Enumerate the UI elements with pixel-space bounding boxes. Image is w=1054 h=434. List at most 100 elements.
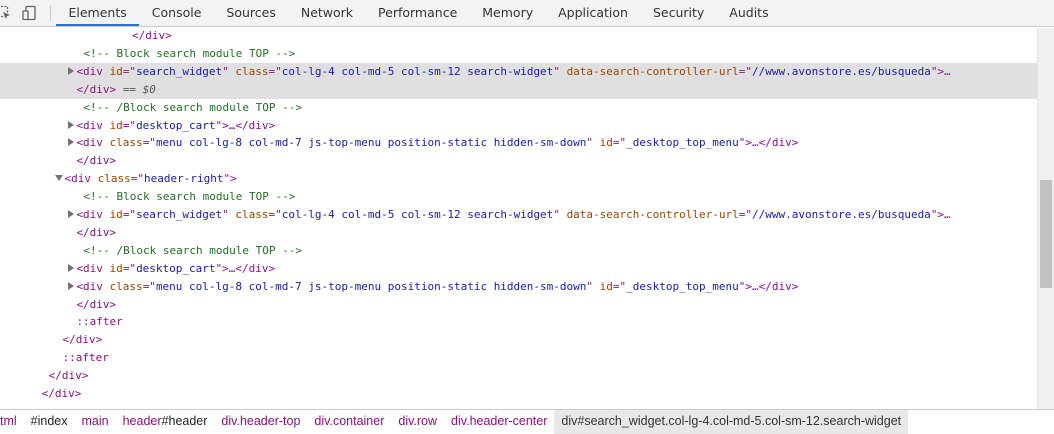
- dom-node-line[interactable]: </div>: [0, 28, 1037, 45]
- dom-token-av: header-right: [144, 172, 224, 186]
- breadcrumb-item[interactable]: header#header: [116, 410, 215, 434]
- dom-node-line[interactable]: </div>: [0, 331, 1037, 349]
- tab-sources[interactable]: Sources: [214, 0, 288, 26]
- dom-node-line[interactable]: <!-- Block search module TOP -->: [0, 188, 1037, 206]
- tab-performance[interactable]: Performance: [366, 0, 470, 26]
- breadcrumb-item[interactable]: div.header-top: [214, 410, 307, 434]
- toolbar-divider: [50, 5, 51, 21]
- breadcrumb-item[interactable]: div#search_widget.col-lg-4.col-md-5.col-…: [554, 410, 909, 434]
- breadcrumb-item[interactable]: div.header-center: [444, 410, 554, 434]
- devtools-toolbar: Elements Console Sources Network Performance…: [0, 0, 1054, 27]
- dom-token-av: _desktop_top_menu: [626, 136, 739, 150]
- dom-token-tag: =": [122, 118, 137, 132]
- dom-token-tag: ": [222, 208, 236, 221]
- expand-triangle-open-icon[interactable]: [54, 175, 63, 182]
- expand-triangle-closed-icon[interactable]: [68, 66, 75, 75]
- expand-triangle-closed-icon[interactable]: [68, 120, 75, 129]
- dom-node-line[interactable]: <div id="desktop_cart">…</div>: [0, 260, 1037, 278]
- elements-tree[interactable]: </div> <!-- Block search module TOP --> <d…: [0, 28, 1037, 409]
- tab-application[interactable]: Application: [546, 0, 641, 26]
- dom-token-cm: <!-- /Block search module TOP -->: [83, 243, 302, 257]
- dom-token-cm: <!-- Block search module TOP -->: [83, 46, 296, 60]
- dom-token-tag: <div: [76, 64, 110, 78]
- breadcrumb-item[interactable]: div.row: [391, 410, 444, 434]
- dom-node-line[interactable]: </div>: [0, 296, 1037, 314]
- dom-token-tag: </div>: [76, 297, 117, 311]
- dom-token-tag: =": [130, 172, 145, 186]
- dom-node-line[interactable]: </div>: [0, 385, 1037, 403]
- dom-token-an: data-search-controller-url: [566, 208, 739, 221]
- expand-triangle-closed-icon[interactable]: [68, 263, 75, 272]
- dom-token-av: search_widget: [136, 208, 223, 221]
- expand-triangle-closed-icon[interactable]: [68, 210, 75, 218]
- dom-node-line[interactable]: <div id="search_widget" class="col-lg-4 …: [0, 62, 1037, 81]
- dom-node-content: <!-- /Block search module TOP -->: [83, 99, 302, 117]
- dom-node-content: <div id="search_widget" class="col-lg-4 …: [68, 206, 951, 224]
- tab-network[interactable]: Network: [288, 0, 365, 26]
- dom-token-av: search_widget: [136, 64, 223, 78]
- dom-token-tag: ": [553, 64, 567, 78]
- dom-node-line[interactable]: <div class="header-right">: [0, 170, 1037, 188]
- breadcrumb-item[interactable]: tml: [0, 410, 24, 434]
- scrollbar-thumb[interactable]: [1040, 180, 1052, 288]
- dom-node-line[interactable]: <div class="menu col-lg-8 col-md-7 js-to…: [0, 278, 1037, 296]
- dom-node-line[interactable]: <div id="desktop_cart">…</div>: [0, 117, 1037, 135]
- dom-token-tag: =": [268, 64, 282, 78]
- dom-node-line[interactable]: </div>: [0, 224, 1037, 242]
- panel-tabs: Elements Console Sources Network Performance…: [56, 0, 781, 27]
- tab-audits[interactable]: Audits: [717, 0, 781, 26]
- dom-token-tag: <div: [76, 208, 110, 221]
- dom-token-an: id: [109, 261, 123, 275]
- dom-token-av: desktop_cart: [136, 261, 216, 275]
- dom-node-content: <!-- Block search module TOP -->: [83, 45, 295, 63]
- dom-node-line[interactable]: <div class="menu col-lg-8 col-md-7 js-to…: [0, 134, 1037, 152]
- dom-node-line[interactable]: </div> == $0: [0, 80, 1037, 99]
- tab-elements[interactable]: Elements: [56, 0, 140, 26]
- dom-token-cm: <!-- /Block search module TOP -->: [83, 100, 302, 114]
- inspect-cursor-icon[interactable]: [0, 5, 12, 21]
- dom-token-tag: </div>: [48, 369, 89, 383]
- dom-token-av: //www.avonstore.es/busqueda: [752, 64, 931, 78]
- dom-token-tag: =": [122, 64, 137, 78]
- breadcrumb-item[interactable]: div.container: [307, 410, 391, 434]
- dom-token-an: class: [235, 64, 269, 78]
- dom-node-content: ::after: [76, 313, 122, 331]
- dom-token-tag: =": [268, 208, 282, 221]
- dom-token-av: desktop_cart: [136, 118, 216, 132]
- dom-token-an: id: [109, 64, 123, 78]
- breadcrumb-id: #header: [161, 414, 208, 428]
- dom-token-tag: =": [142, 279, 156, 293]
- dom-token-cm: <!-- Block search module TOP -->: [83, 190, 296, 204]
- dom-token-tag: ": [553, 208, 567, 221]
- expand-triangle-closed-icon[interactable]: [68, 138, 75, 147]
- dom-token-tag: ">…</div>: [215, 261, 276, 275]
- tab-memory[interactable]: Memory: [470, 0, 546, 26]
- dom-node-content: <div id="desktop_cart">…</div>: [68, 260, 275, 278]
- dom-token-tag: ">…</div>: [738, 136, 799, 150]
- dom-node-line[interactable]: </div>: [0, 367, 1037, 385]
- dom-node-line[interactable]: <!-- /Block search module TOP -->: [0, 242, 1037, 260]
- tree-scrollbar[interactable]: [1037, 28, 1054, 409]
- device-toggle-icon[interactable]: [22, 5, 38, 21]
- dom-token-av: _desktop_top_menu: [626, 279, 739, 293]
- breadcrumb: tml #index main header#header div.header-top…: [0, 409, 1054, 434]
- dom-node-line[interactable]: ::after: [0, 349, 1037, 367]
- dom-node-content: </div>: [76, 296, 116, 314]
- dom-node-line[interactable]: <!-- Block search module TOP -->: [0, 45, 1037, 63]
- dom-token-tag: <div: [76, 136, 110, 150]
- breadcrumb-item[interactable]: #index: [24, 410, 75, 434]
- dom-token-tag: =": [738, 208, 752, 221]
- dom-node-line[interactable]: </div>: [0, 152, 1037, 170]
- expand-triangle-closed-icon[interactable]: [68, 281, 75, 290]
- dom-node-line[interactable]: ::after: [0, 313, 1037, 331]
- dom-token-an: id: [599, 136, 613, 150]
- dom-token-tag: =": [612, 136, 627, 150]
- dom-node-content: </div> == $0: [76, 81, 156, 99]
- dom-node-line[interactable]: <!-- /Block search module TOP -->: [0, 99, 1037, 117]
- breadcrumb-item[interactable]: main: [75, 410, 116, 434]
- dom-node-line[interactable]: <div id="search_widget" class="col-lg-4 …: [0, 206, 1037, 224]
- dom-token-an: data-search-controller-url: [566, 64, 739, 78]
- tab-security[interactable]: Security: [640, 0, 716, 26]
- tab-console[interactable]: Console: [139, 0, 214, 26]
- dom-node-content: <div class="menu col-lg-8 col-md-7 js-to…: [68, 278, 798, 296]
